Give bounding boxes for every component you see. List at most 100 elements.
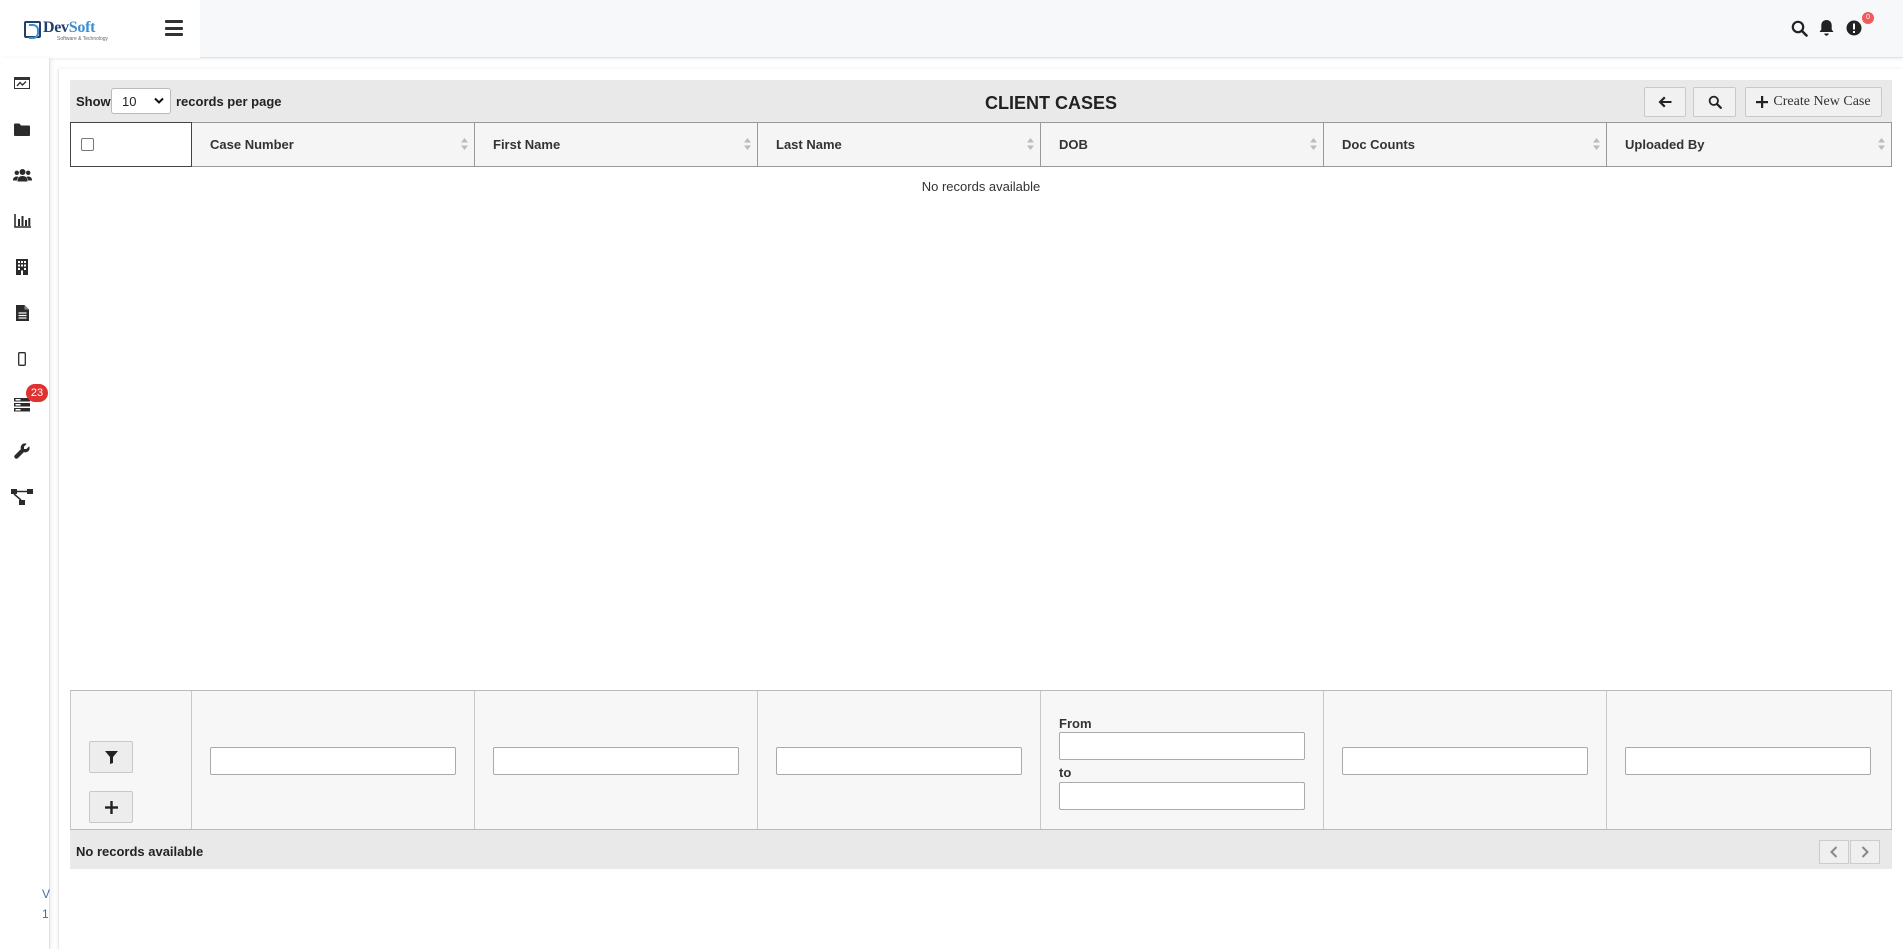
column-header-label: Uploaded By xyxy=(1625,137,1705,152)
grid-header-row: Case Number First Name Last Name DOB Doc… xyxy=(70,122,1892,167)
building-icon xyxy=(16,259,28,275)
sidebar-item-folders[interactable] xyxy=(10,118,34,140)
sidebar-item-users[interactable] xyxy=(10,164,34,186)
sidebar-item-documents[interactable] xyxy=(10,302,34,324)
queue-badge: 23 xyxy=(26,384,48,402)
arrow-left-icon xyxy=(1658,96,1672,108)
column-header-doc-counts[interactable]: Doc Counts xyxy=(1324,122,1607,167)
devsoft-logo[interactable]: DevSoft Software & Technology xyxy=(24,20,108,42)
column-header-label: DOB xyxy=(1059,137,1088,152)
column-header-dob[interactable]: DOB xyxy=(1041,122,1324,167)
first-name-filter-input[interactable] xyxy=(493,747,739,775)
grid-footer: No records available xyxy=(70,830,1892,869)
dashboard-icon xyxy=(14,77,30,89)
column-header-last-name[interactable]: Last Name xyxy=(758,122,1041,167)
search-icon xyxy=(1708,95,1722,109)
menu-toggle-icon[interactable] xyxy=(165,20,183,36)
filter-dob-cell: From to xyxy=(1041,691,1324,829)
search-icon[interactable] xyxy=(1790,18,1809,38)
column-header-label: Last Name xyxy=(776,137,842,152)
sidebar-item-tools[interactable] xyxy=(10,440,34,462)
page-title: CLIENT CASES xyxy=(984,93,1117,113)
version-line-1: V xyxy=(42,887,51,901)
uploaded-by-filter-input[interactable] xyxy=(1625,747,1871,775)
next-page-button[interactable] xyxy=(1850,840,1880,864)
folder-icon xyxy=(14,123,30,136)
column-header-label: Case Number xyxy=(210,137,294,152)
logo-name-dev: Dev xyxy=(43,19,69,36)
chevron-right-icon xyxy=(1861,846,1869,858)
column-header-case-number[interactable]: Case Number xyxy=(192,122,475,167)
filter-icon xyxy=(104,750,118,764)
sort-icon xyxy=(1878,138,1885,150)
sitemap-icon xyxy=(11,489,33,505)
logo-name-soft: Soft xyxy=(68,19,96,36)
sidebar-item-mobile[interactable] xyxy=(10,348,34,370)
select-all-checkbox[interactable] xyxy=(81,138,94,151)
sidebar-item-organizations[interactable] xyxy=(10,256,34,278)
filter-doc-counts-cell xyxy=(1324,691,1607,829)
apply-filter-button[interactable] xyxy=(89,741,133,773)
sort-icon xyxy=(744,138,751,150)
add-filter-button[interactable] xyxy=(89,791,133,823)
dob-from-input[interactable] xyxy=(1059,732,1305,760)
create-new-case-label: Create New Case xyxy=(1773,94,1871,109)
search-cases-button[interactable] xyxy=(1693,87,1736,117)
column-header-label: First Name xyxy=(493,137,561,152)
plus-icon xyxy=(1756,96,1769,108)
filter-last-name-cell xyxy=(758,691,1041,829)
filter-case-number-cell xyxy=(192,691,475,829)
dob-to-label: to xyxy=(1059,765,1072,780)
sort-icon xyxy=(461,138,468,150)
grid-toolbar: Show 10 records per page CLIENT CASES Cr… xyxy=(70,80,1892,122)
header-actions: 0 xyxy=(1790,12,1874,38)
filter-actions-cell xyxy=(70,691,192,829)
chevron-left-icon xyxy=(1830,846,1838,858)
filter-uploaded-by-cell xyxy=(1607,691,1892,829)
sidebar-item-workflow[interactable] xyxy=(10,486,34,508)
logo-mark-icon xyxy=(24,21,41,39)
document-icon xyxy=(15,305,29,321)
alert-icon[interactable]: 0 xyxy=(1844,12,1874,38)
plus-icon xyxy=(104,800,118,814)
sidebar-item-dashboard[interactable] xyxy=(10,72,34,94)
logo-tagline: Software & Technology xyxy=(57,36,109,42)
bell-icon[interactable] xyxy=(1817,18,1836,38)
last-name-filter-input[interactable] xyxy=(776,747,1022,775)
doc-counts-filter-input[interactable] xyxy=(1342,747,1588,775)
case-number-filter-input[interactable] xyxy=(210,747,456,775)
empty-table-message: No records available xyxy=(921,179,1041,194)
create-new-case-button[interactable]: Create New Case xyxy=(1745,87,1882,117)
sidebar-item-queue[interactable]: 23 xyxy=(10,384,48,416)
records-per-page-label: records per page xyxy=(176,94,282,109)
previous-page-button[interactable] xyxy=(1819,840,1849,864)
show-label: Show xyxy=(76,94,111,109)
filter-row: From to xyxy=(70,690,1892,830)
sort-icon xyxy=(1027,138,1034,150)
sort-icon xyxy=(1310,138,1317,150)
sidebar: 23 V 1 xyxy=(0,58,50,949)
column-header-label: Doc Counts xyxy=(1342,137,1415,152)
wrench-icon xyxy=(14,443,30,459)
mobile-icon xyxy=(18,352,26,366)
bar-chart-icon xyxy=(13,214,31,228)
alert-badge: 0 xyxy=(1862,12,1874,24)
version-line-2: 1 xyxy=(42,907,49,921)
back-button[interactable] xyxy=(1644,87,1686,117)
chevron-down-icon xyxy=(154,97,164,104)
users-icon xyxy=(12,169,32,182)
sidebar-item-reports[interactable] xyxy=(10,210,34,232)
top-bar: DevSoft Software & Technology 0 xyxy=(0,0,1903,58)
records-per-page-select[interactable]: 10 xyxy=(111,88,171,114)
client-cases-panel: Show 10 records per page CLIENT CASES Cr… xyxy=(70,80,1892,869)
column-header-first-name[interactable]: First Name xyxy=(475,122,758,167)
queue-icon xyxy=(14,398,30,412)
dob-from-label: From xyxy=(1059,716,1092,731)
column-header-uploaded-by[interactable]: Uploaded By xyxy=(1607,122,1892,167)
filter-first-name-cell xyxy=(475,691,758,829)
select-all-cell xyxy=(70,122,192,167)
brand-area: DevSoft Software & Technology xyxy=(0,0,200,58)
records-per-page-value: 10 xyxy=(122,93,137,109)
dob-to-input[interactable] xyxy=(1059,782,1305,810)
sort-icon xyxy=(1593,138,1600,150)
